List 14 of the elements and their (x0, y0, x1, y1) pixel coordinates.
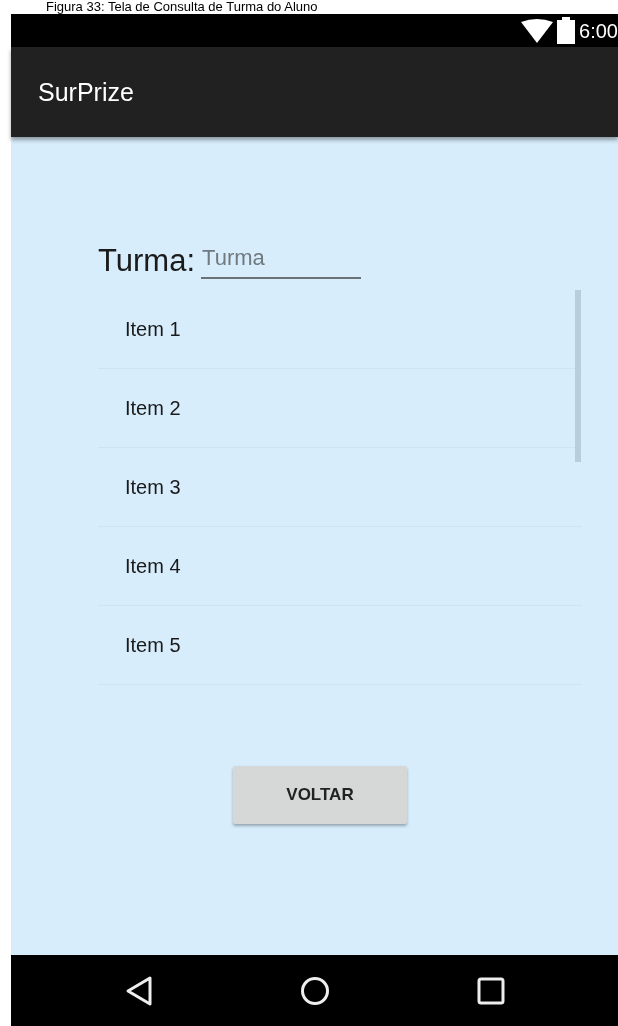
list-item[interactable]: Item 4 (98, 527, 582, 606)
list-item[interactable]: Item 5 (98, 606, 582, 685)
figure-caption: Figura 33: Tela de Consulta de Turma do Aluno (46, 0, 318, 14)
turma-label: Turma: (98, 243, 196, 279)
recents-icon[interactable] (476, 976, 505, 1005)
battery-icon (557, 17, 576, 44)
turma-field[interactable]: Turma (201, 245, 362, 279)
scrollbar[interactable] (575, 290, 581, 462)
app-title: SurPrize (38, 77, 134, 107)
voltar-button[interactable]: VOLTAR (233, 766, 407, 824)
back-icon[interactable] (124, 974, 153, 1007)
clock-time: 6:00 (579, 20, 618, 41)
home-icon[interactable] (299, 975, 330, 1006)
wifi-icon (521, 18, 554, 43)
